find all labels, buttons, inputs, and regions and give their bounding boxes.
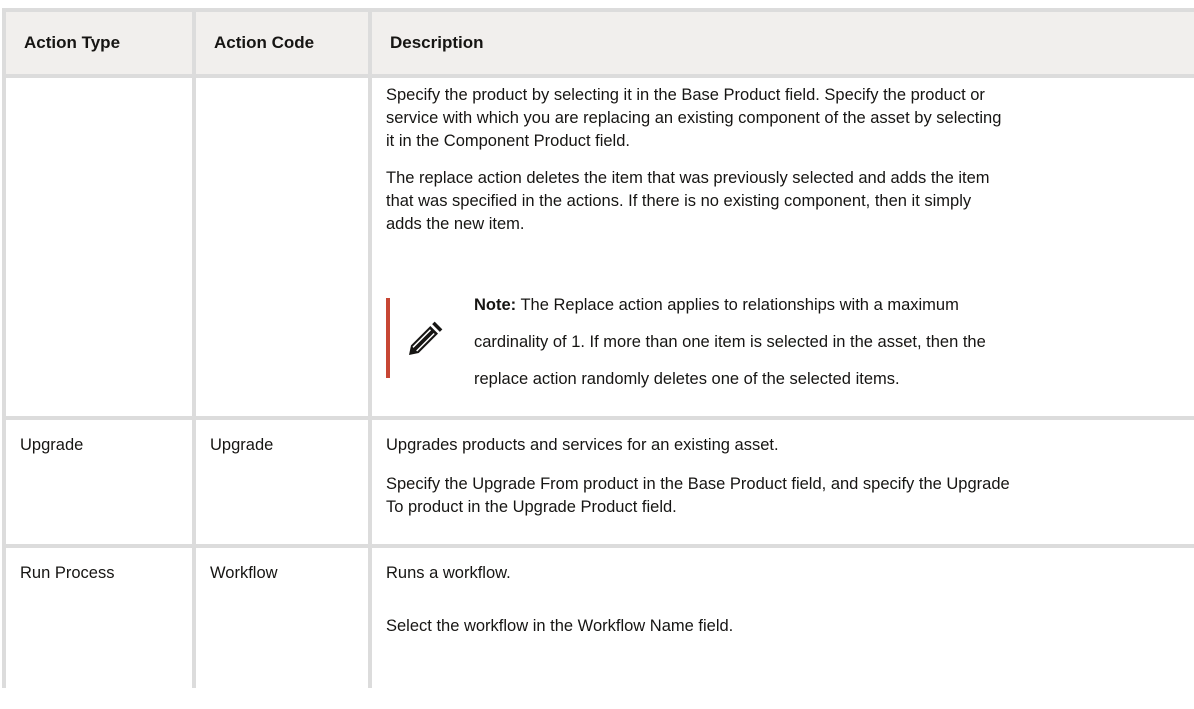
run-process-paragraph-2: Select the workflow in the Workflow Name… — [386, 617, 734, 635]
upgrade-paragraph-1: Upgrades products and services for an ex… — [386, 436, 779, 454]
cell-description: Upgrades products and services for an ex… — [368, 420, 1194, 544]
note-text: Note: The Replace action applies to rela… — [474, 294, 986, 391]
note-label: Note: — [474, 296, 517, 314]
note-accent-bar — [386, 298, 390, 378]
replace-paragraph-2: The replace action deletes the item that… — [386, 167, 1194, 236]
actions-table: Action Type Action Code Description Spec… — [2, 8, 1194, 688]
text-line: service with which you are replacing an … — [386, 109, 1002, 127]
header-description: Description — [368, 12, 1194, 74]
text-line: Specify the Upgrade From product in the … — [386, 475, 1010, 493]
cell-description: Specify the product by selecting it in t… — [368, 78, 1194, 416]
note-line: cardinality of 1. If more than one item … — [474, 333, 986, 351]
text-line: The replace action deletes the item that… — [386, 169, 990, 187]
note-line: replace action randomly deletes one of t… — [474, 370, 900, 388]
table-row-upgrade: Upgrade Upgrade Upgrades products and se… — [2, 420, 1194, 548]
text-line: Specify the product by selecting it in t… — [386, 86, 985, 104]
text-line: it in the Component Product field. — [386, 132, 630, 150]
text-line: To product in the Upgrade Product field. — [386, 498, 677, 516]
table-row-replace: Specify the product by selecting it in t… — [2, 78, 1194, 420]
table-header-row: Action Type Action Code Description — [2, 12, 1194, 78]
note-callout: Note: The Replace action applies to rela… — [386, 296, 1194, 388]
cell-description: Runs a workflow. Select the workflow in … — [368, 548, 1194, 688]
cell-action-code — [192, 78, 368, 416]
run-process-paragraph-1: Runs a workflow. — [386, 564, 511, 582]
header-action-code: Action Code — [192, 12, 368, 74]
table-row-run-process: Run Process Workflow Runs a workflow. Se… — [2, 548, 1194, 688]
cell-action-code: Workflow — [192, 548, 368, 688]
cell-action-type: Run Process — [2, 548, 192, 688]
text-line: that was specified in the actions. If th… — [386, 192, 972, 210]
text-line: adds the new item. — [386, 215, 525, 233]
text-line: Note: The Replace action applies to rela… — [474, 294, 986, 317]
pencil-icon — [409, 321, 443, 355]
header-action-type: Action Type — [2, 12, 192, 74]
cell-action-type — [2, 78, 192, 416]
upgrade-paragraph-2: Specify the Upgrade From product in the … — [386, 473, 1194, 519]
replace-paragraph-1: Specify the product by selecting it in t… — [386, 84, 1194, 153]
note-line: The Replace action applies to relationsh… — [516, 296, 959, 314]
cell-action-type: Upgrade — [2, 420, 192, 544]
cell-action-code: Upgrade — [192, 420, 368, 544]
